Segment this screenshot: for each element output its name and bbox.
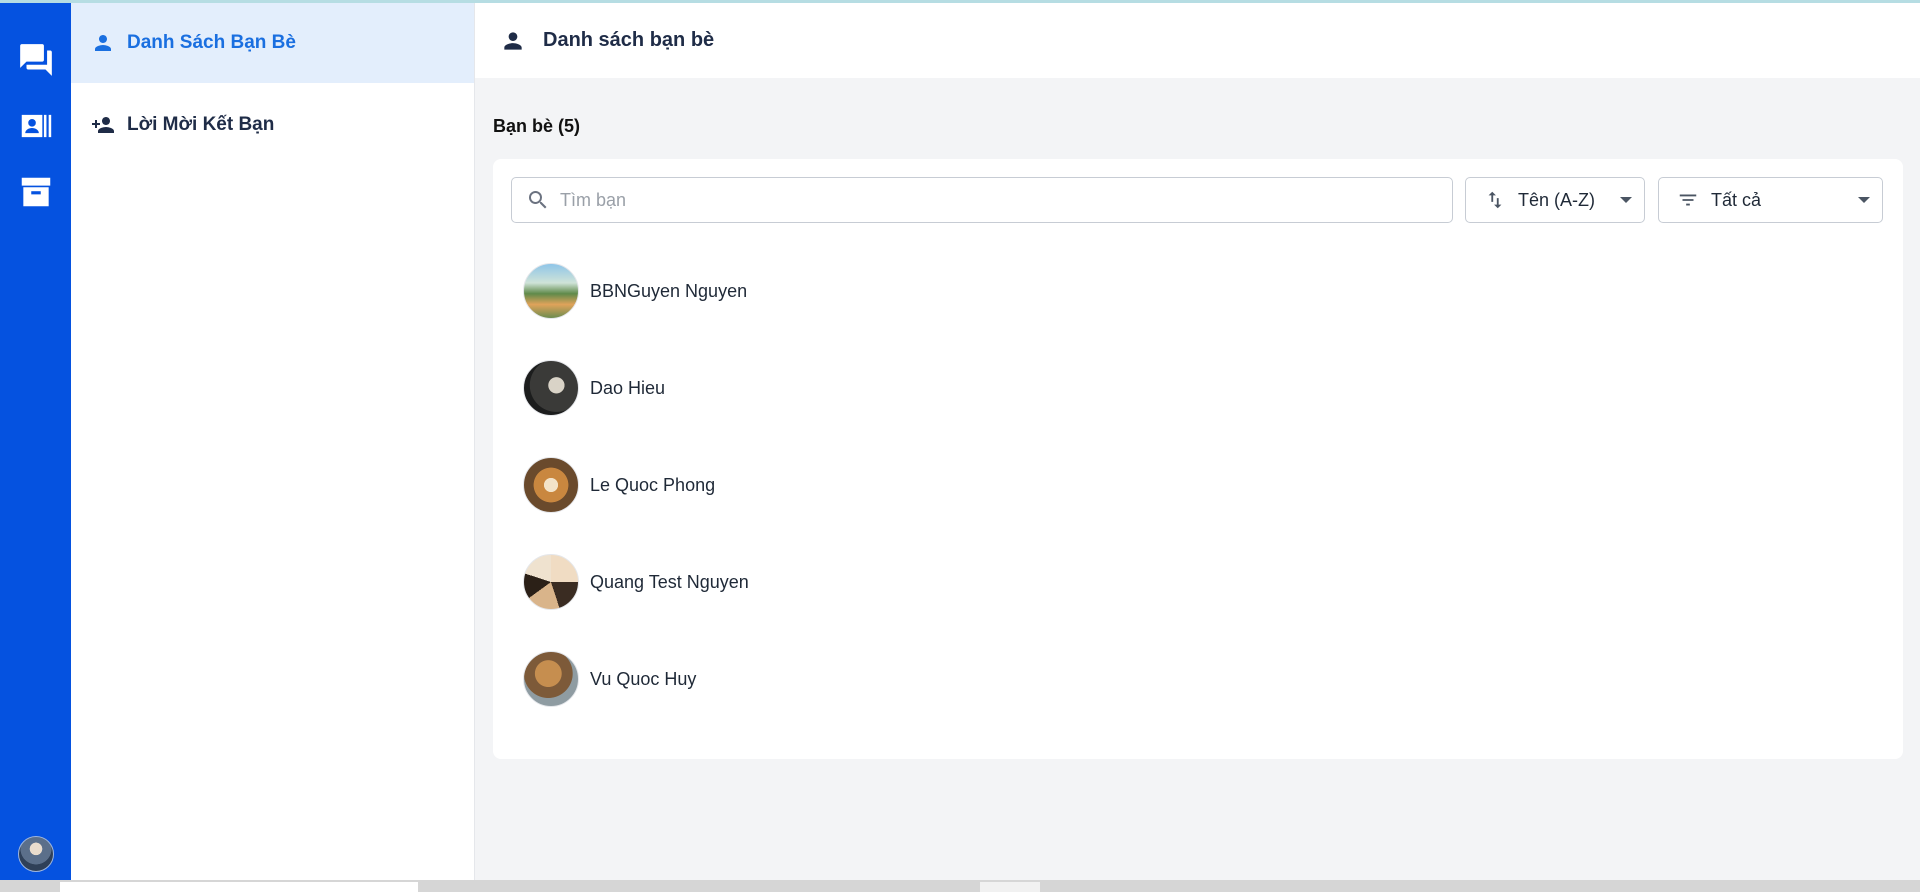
friend-list-item[interactable]: Vu Quoc Huy xyxy=(523,649,696,709)
sidebar: Danh Sách Bạn Bè Lời Mời Kết Bạn xyxy=(71,3,475,880)
horizontal-scrollbar[interactable] xyxy=(0,880,1920,892)
rail-archive-button[interactable] xyxy=(0,163,71,221)
search-input[interactable] xyxy=(560,189,1440,211)
friend-name: Vu Quoc Huy xyxy=(590,668,697,689)
friend-name: BBNGuyen Nguyen xyxy=(590,280,748,301)
friend-avatar xyxy=(523,554,579,610)
sort-icon xyxy=(1488,191,1502,209)
friend-avatar xyxy=(523,457,579,513)
chevron-down-icon xyxy=(1620,197,1632,203)
rail-contacts-button[interactable] xyxy=(0,97,71,155)
page-header: Danh sách bạn bè xyxy=(475,3,1920,78)
user-avatar[interactable] xyxy=(18,836,54,872)
friend-avatar xyxy=(523,651,579,707)
friend-name: Le Quoc Phong xyxy=(590,474,716,495)
scrollbar-segment xyxy=(980,882,1040,892)
friend-list-item[interactable]: Quang Test Nguyen xyxy=(523,552,749,612)
app-rail xyxy=(0,3,71,880)
sort-value: Tên (A-Z) xyxy=(1518,189,1596,210)
friend-avatar xyxy=(523,360,579,416)
search-icon xyxy=(529,191,547,209)
rail-chat-button[interactable] xyxy=(0,31,71,89)
sort-select[interactable]: Tên (A-Z) xyxy=(1465,177,1645,223)
scrollbar-thumb[interactable] xyxy=(60,882,418,892)
person-icon xyxy=(95,35,111,51)
friend-name: Dao Hieu xyxy=(590,377,666,398)
filter-icon xyxy=(1679,194,1697,206)
search-box[interactable] xyxy=(511,177,1453,223)
filter-select[interactable]: Tất cả xyxy=(1658,177,1883,223)
sidebar-item-label: Danh Sách Bạn Bè xyxy=(127,32,296,53)
friend-name: Quang Test Nguyen xyxy=(590,571,749,592)
filter-value: Tất cả xyxy=(1711,189,1762,210)
sidebar-item-friend-requests[interactable]: Lời Mời Kết Bạn xyxy=(71,85,474,165)
friend-count-label: Bạn bè (5) xyxy=(493,116,581,136)
page-title: Danh sách bạn bè xyxy=(543,29,715,51)
contacts-icon xyxy=(21,114,51,138)
friend-list-item[interactable]: Dao Hieu xyxy=(523,358,665,418)
sidebar-item-label: Lời Mời Kết Bạn xyxy=(127,114,275,135)
chevron-down-icon xyxy=(1858,197,1870,203)
friend-list-item[interactable]: BBNGuyen Nguyen xyxy=(523,261,747,321)
archive-icon xyxy=(21,177,50,207)
person-icon xyxy=(504,31,522,50)
friends-card: Tên (A-Z) Tất cả BBNGuyen Nguyen Dao Hie… xyxy=(493,159,1903,759)
friend-avatar xyxy=(523,263,579,319)
sidebar-item-friend-list[interactable]: Danh Sách Bạn Bè xyxy=(71,3,474,83)
person-add-icon xyxy=(92,117,114,133)
friend-list-item[interactable]: Le Quoc Phong xyxy=(523,455,715,515)
chat-icon xyxy=(19,44,52,76)
